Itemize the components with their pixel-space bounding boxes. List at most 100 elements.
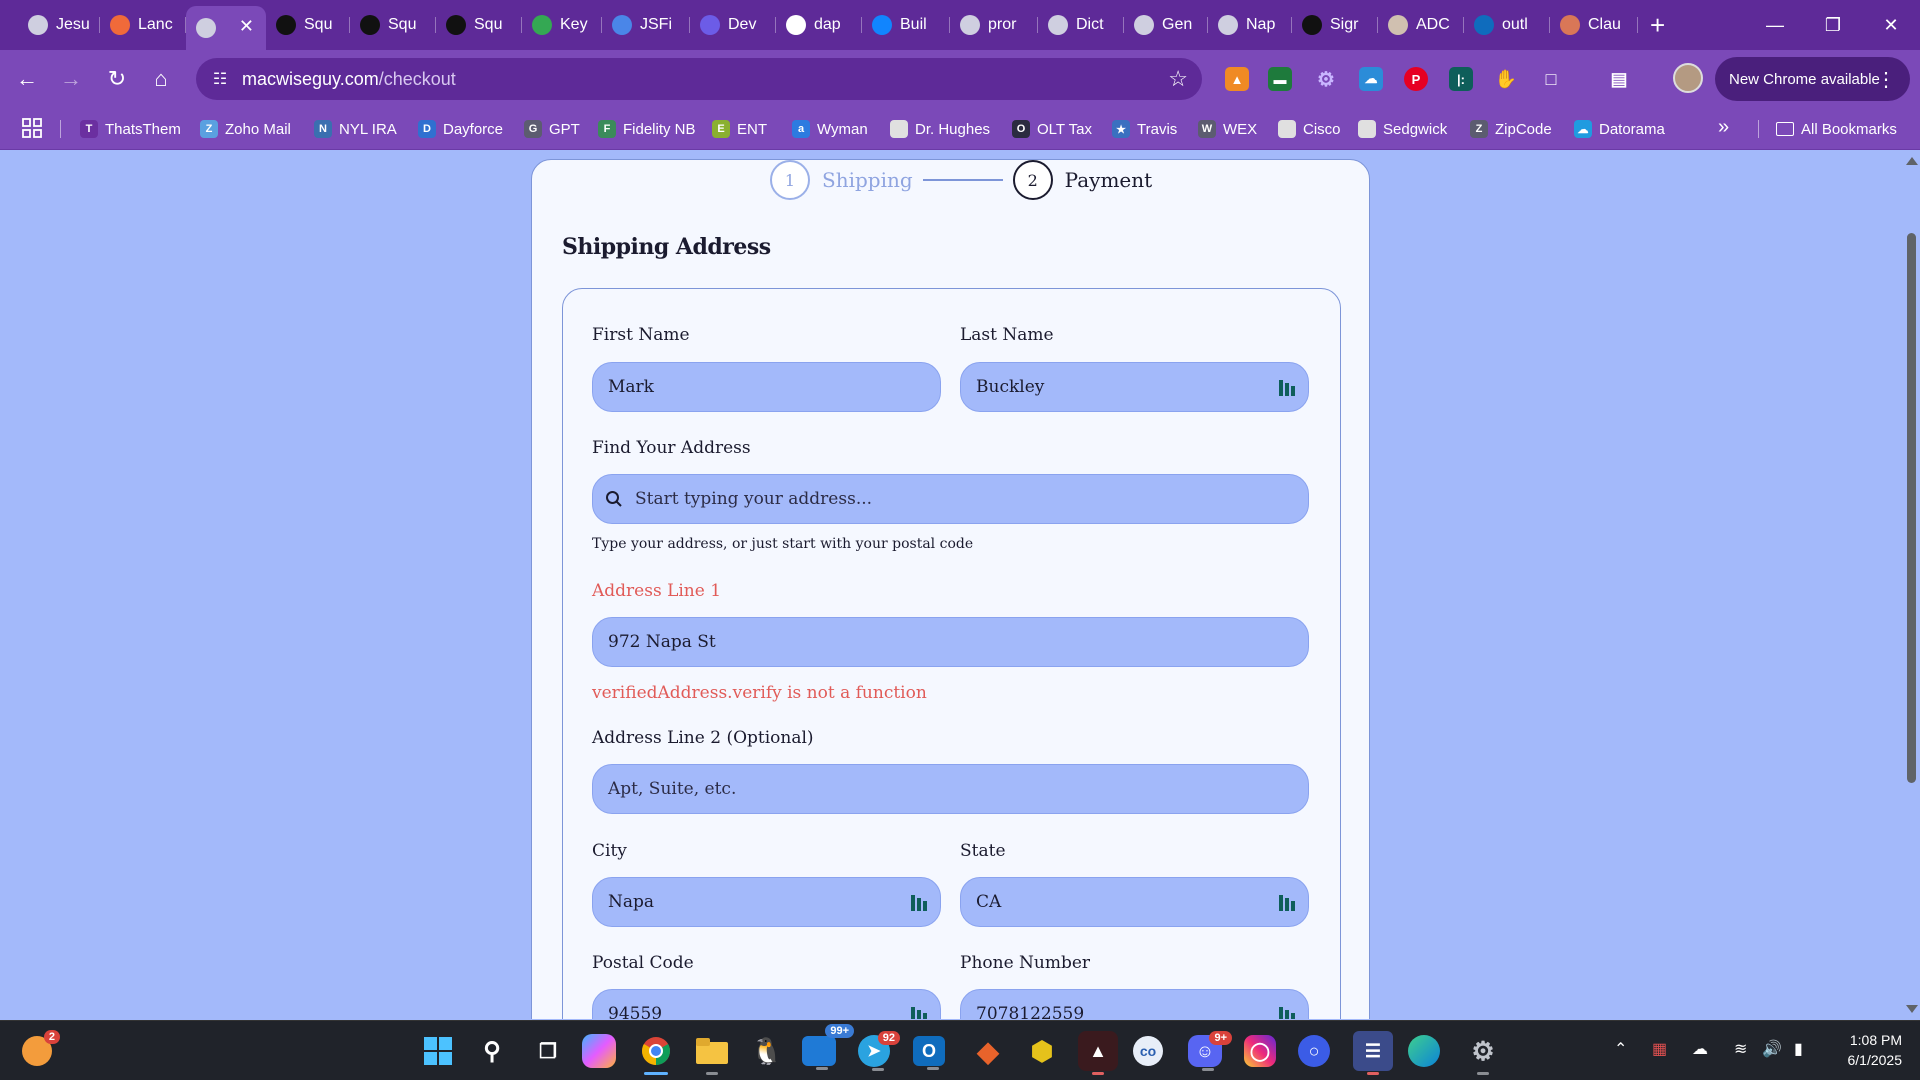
browser-tab[interactable]: ADC	[1378, 8, 1464, 42]
extension-gear-icon[interactable]: ⚙	[1314, 67, 1338, 91]
diamond-app-icon[interactable]: ◆	[968, 1031, 1008, 1071]
browser-tab[interactable]: Dict	[1038, 8, 1124, 42]
bookmark-item[interactable]: O OLT Tax	[1012, 116, 1092, 142]
password-manager-icon[interactable]	[1278, 378, 1296, 398]
bookmark-item[interactable]: ☁ Datorama	[1574, 116, 1665, 142]
tray-app-icon[interactable]: ▦	[1652, 1039, 1667, 1059]
postal-code-input[interactable]: 94559	[592, 989, 941, 1019]
browser-tab[interactable]: Buil	[862, 8, 950, 42]
linux-penguin-icon[interactable]: 🐧	[747, 1031, 787, 1071]
browser-tab[interactable]: Nap	[1208, 8, 1292, 42]
browser-tab[interactable]: Dev	[690, 8, 776, 42]
bookmark-item[interactable]: Z ZipCode	[1470, 116, 1552, 142]
bookmark-item[interactable]: T ThatsThem	[80, 116, 181, 142]
city-input[interactable]: Napa	[592, 877, 941, 927]
browser-tab[interactable]: JSFi	[602, 8, 690, 42]
address-search-input[interactable]: Start typing your address...	[592, 474, 1309, 524]
browser-tab[interactable]: pror	[950, 8, 1038, 42]
bookmark-item[interactable]: G GPT	[524, 116, 580, 142]
scrollbar-thumb[interactable]	[1907, 233, 1916, 783]
yellow-app-icon[interactable]: ⬢	[1022, 1031, 1062, 1071]
profile-avatar[interactable]	[1673, 63, 1703, 93]
address-bar[interactable]: ☷ macwiseguy.com/checkout ☆	[196, 58, 1202, 100]
notepad-icon[interactable]: ☰	[1353, 1031, 1393, 1075]
password-manager-icon[interactable]	[1278, 1005, 1296, 1019]
bookmark-star-icon[interactable]: ☆	[1168, 66, 1188, 92]
terminal-app-icon[interactable]: ▲	[1078, 1031, 1118, 1075]
address-line1-input[interactable]: 972 Napa St	[592, 617, 1309, 667]
chrome-icon[interactable]	[636, 1031, 676, 1075]
bookmark-item[interactable]: ★ Travis	[1112, 116, 1177, 142]
step-shipping[interactable]: 1 Shipping	[770, 160, 913, 200]
url-text[interactable]: macwiseguy.com/checkout	[242, 69, 456, 90]
browser-tab[interactable]: Lanc	[100, 8, 186, 42]
scroll-up-icon[interactable]	[1906, 157, 1918, 165]
windows-app-icon[interactable]: 99+	[802, 1024, 854, 1070]
close-tab-icon[interactable]: ✕	[239, 16, 254, 37]
bookmark-item[interactable]: Dr. Hughes	[890, 116, 990, 142]
onedrive-icon[interactable]: ☁	[1692, 1039, 1708, 1059]
browser-tab[interactable]: Jesu	[18, 8, 100, 42]
new-tab-button[interactable]: +	[1650, 10, 1665, 41]
back-icon[interactable]: ←	[12, 64, 42, 94]
browser-tab[interactable]: ✕	[186, 6, 266, 50]
browser-tab[interactable]: Squ	[436, 8, 522, 42]
edge-icon[interactable]	[1408, 1035, 1440, 1067]
search-icon[interactable]: ⚲	[472, 1031, 512, 1071]
first-name-input[interactable]: Mark	[592, 362, 941, 412]
bookmark-item[interactable]: F Fidelity NB	[598, 116, 696, 142]
outlook-icon[interactable]: O	[913, 1036, 945, 1070]
reload-icon[interactable]: ↻	[102, 64, 132, 94]
browser-tab[interactable]: Squ	[350, 8, 436, 42]
password-manager-icon[interactable]	[1278, 893, 1296, 913]
minimize-icon[interactable]: —	[1746, 0, 1804, 50]
bookmarks-overflow-button[interactable]: »	[1718, 116, 1729, 139]
battery-icon[interactable]: ▮	[1794, 1039, 1803, 1059]
extension-bars-icon[interactable]: |:	[1449, 67, 1473, 91]
password-manager-icon[interactable]	[910, 893, 928, 913]
extensions-puzzle-icon[interactable]: □	[1539, 67, 1563, 91]
start-windows-icon[interactable]	[418, 1031, 458, 1071]
file-explorer-icon[interactable]	[692, 1031, 732, 1075]
settings-gear-icon[interactable]: ⚙	[1463, 1031, 1503, 1075]
extension-fox-icon[interactable]: ▲	[1225, 67, 1249, 91]
pinterest-icon[interactable]: P	[1404, 67, 1428, 91]
wifi-icon[interactable]: ≋	[1734, 1039, 1747, 1059]
task-view-icon[interactable]: ❐	[528, 1031, 568, 1071]
extension-glove-icon[interactable]: ✋	[1494, 67, 1518, 91]
browser-tab[interactable]: Squ	[266, 8, 350, 42]
discord-icon[interactable]: ☺ 9+	[1188, 1031, 1232, 1071]
volume-icon[interactable]: 🔊	[1762, 1039, 1782, 1059]
system-clock[interactable]: 1:08 PM 6/1/2025	[1826, 1030, 1903, 1070]
close-window-icon[interactable]: ✕	[1862, 0, 1920, 50]
apps-grid-icon[interactable]	[22, 118, 42, 138]
password-manager-icon[interactable]	[910, 1005, 928, 1019]
menu-dots-icon[interactable]: ⋮	[1876, 67, 1896, 92]
all-bookmarks-button[interactable]: All Bookmarks	[1776, 116, 1897, 142]
page-scrollbar[interactable]	[1902, 151, 1920, 1019]
home-icon[interactable]: ⌂	[146, 64, 176, 94]
restore-icon[interactable]: ❐	[1804, 0, 1862, 50]
copilot-icon[interactable]	[582, 1034, 616, 1068]
bookmark-item[interactable]: Cisco	[1278, 116, 1341, 142]
instagram-icon[interactable]: ◯	[1244, 1035, 1276, 1067]
forward-icon[interactable]: →	[56, 64, 86, 94]
notification-app-icon[interactable]: 2	[22, 1030, 60, 1066]
address-line2-input[interactable]: Apt, Suite, etc.	[592, 764, 1309, 814]
site-settings-icon[interactable]: ☷	[208, 67, 232, 91]
cd-app-icon[interactable]: co	[1133, 1036, 1163, 1066]
scroll-down-icon[interactable]	[1906, 1005, 1918, 1013]
bookmark-item[interactable]: Z Zoho Mail	[200, 116, 291, 142]
bookmark-item[interactable]: N NYL IRA	[314, 116, 397, 142]
extension-green-icon[interactable]: ▬	[1268, 67, 1292, 91]
telegram-icon[interactable]: ➤ 92	[858, 1031, 900, 1071]
browser-tab[interactable]: Clau	[1550, 8, 1638, 42]
browser-tab[interactable]: Sigr	[1292, 8, 1378, 42]
step-payment[interactable]: 2 Payment	[1012, 160, 1152, 200]
browser-tab[interactable]: outl	[1464, 8, 1550, 42]
signal-icon[interactable]: ○	[1298, 1035, 1330, 1067]
tab-search-icon[interactable]: ▤	[1607, 67, 1631, 91]
bookmark-item[interactable]: E ENT	[712, 116, 767, 142]
bookmark-item[interactable]: a Wyman	[792, 116, 868, 142]
browser-tab[interactable]: dap	[776, 8, 862, 42]
